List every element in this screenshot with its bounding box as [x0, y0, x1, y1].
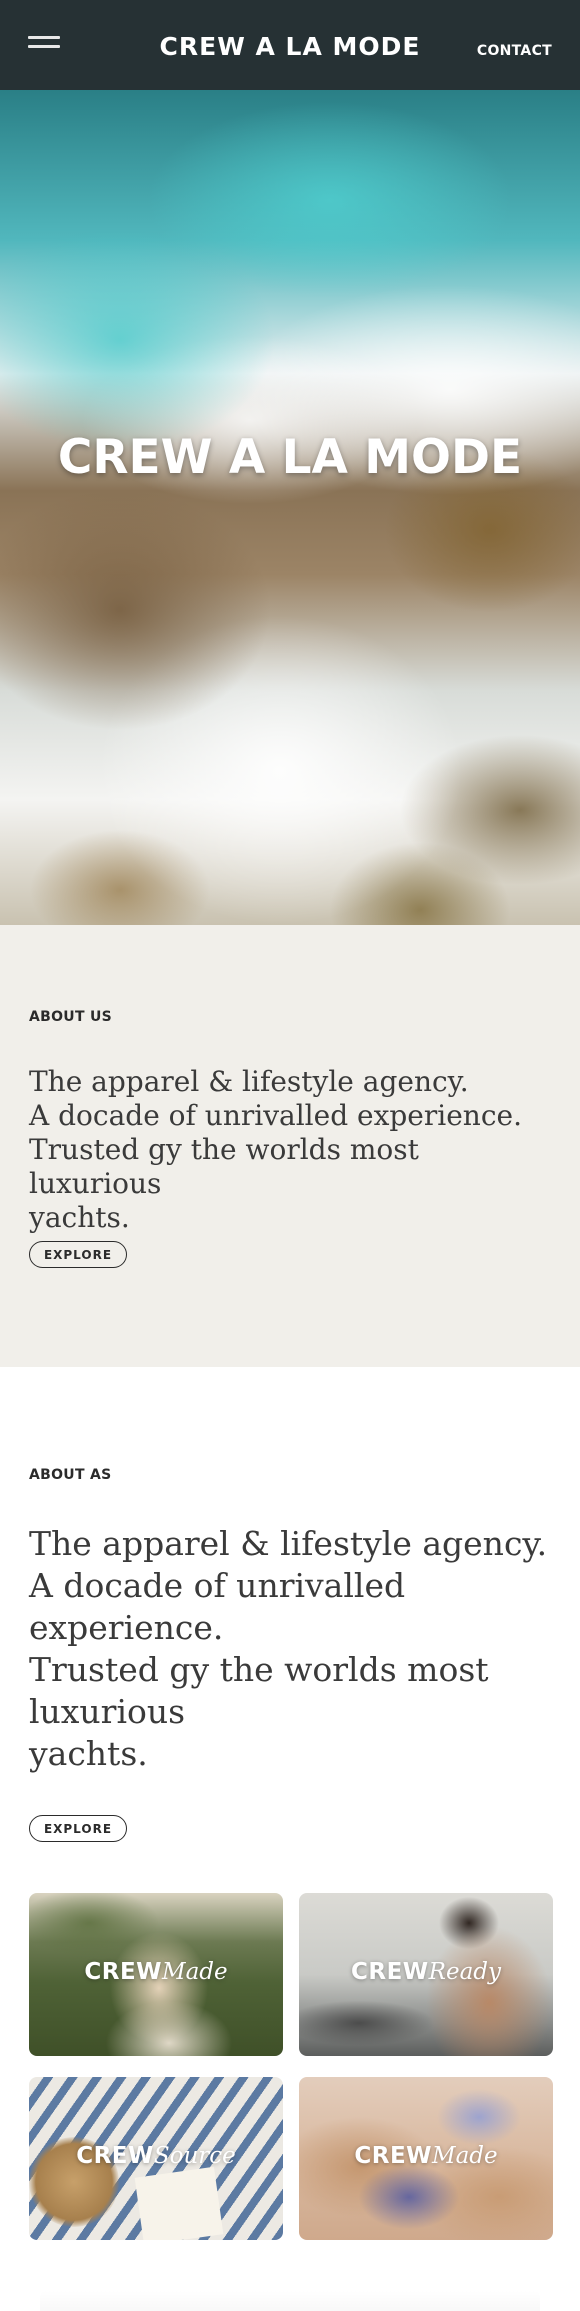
- site-header: CREW A LA MODE CONTACT: [0, 0, 580, 90]
- card-word: Made: [432, 2143, 498, 2169]
- crew-source-card[interactable]: CREWSource: [29, 2077, 283, 2240]
- card-brand: CREW: [84, 1959, 163, 1985]
- about-label: ABOUT US: [29, 1009, 113, 1025]
- crew-made-card[interactable]: CREWMade: [29, 1893, 283, 2056]
- menu-line-top: [28, 36, 60, 39]
- card-word: Source: [153, 2143, 236, 2169]
- about-line: A docade of unrivalled experience.: [29, 1099, 522, 1132]
- card-label: CREWMade: [29, 1959, 283, 1985]
- about-line: Trusted gy the worlds most luxurious: [29, 1133, 419, 1200]
- contact-link[interactable]: CONTACT: [477, 43, 552, 59]
- card-brand: CREW: [354, 2143, 433, 2169]
- card-label: CREWSource: [29, 2143, 283, 2169]
- about-description: The apparel & lifestyle agency. A docade…: [29, 1065, 549, 1235]
- hero-banner: CREW A LA MODE: [0, 90, 580, 925]
- hero-title-text: CREW A LA MODE: [57, 430, 523, 485]
- bottom-divider: [40, 2290, 540, 2311]
- card-word: Ready: [428, 1959, 502, 1985]
- card-brand: CREW: [76, 2143, 154, 2169]
- menu-line-bottom: [28, 45, 60, 48]
- about-line: A docade of unrivalled: [29, 1566, 406, 1605]
- about-line: Trusted gy the worlds most: [29, 1650, 489, 1689]
- about-label: ABOUT AS: [29, 1467, 112, 1483]
- about-description: The apparel & lifestyle agency. A docade…: [29, 1523, 549, 1775]
- about-section: ABOUT US The apparel & lifestyle agency.…: [0, 925, 580, 1367]
- about-line: yachts.: [29, 1201, 130, 1234]
- hero-title: CREW A LA MODE: [0, 430, 580, 485]
- explore-button[interactable]: EXPLORE: [29, 1815, 127, 1842]
- about-line: yachts.: [29, 1734, 148, 1773]
- card-label: CREWMade: [299, 2143, 553, 2169]
- card-brand: CREW: [350, 1959, 429, 1985]
- about-line: The apparel & lifestyle agency.: [29, 1065, 469, 1098]
- about-line: The apparel & lifestyle agency.: [29, 1524, 548, 1563]
- explore-button[interactable]: EXPLORE: [29, 1241, 127, 1268]
- crew-ready-card[interactable]: CREWReady: [299, 1893, 553, 2056]
- site-logo-text[interactable]: CREW A LA MODE: [160, 32, 421, 61]
- card-word: Made: [162, 1959, 228, 1985]
- about-line: experience.: [29, 1608, 224, 1647]
- card-label: CREWReady: [299, 1959, 553, 1985]
- crew-made-card-2[interactable]: CREWMade: [299, 2077, 553, 2240]
- hamburger-menu-icon[interactable]: [28, 32, 62, 52]
- about-section-secondary: ABOUT AS The apparel & lifestyle agency.…: [0, 1367, 580, 1887]
- about-line: luxurious: [29, 1692, 186, 1731]
